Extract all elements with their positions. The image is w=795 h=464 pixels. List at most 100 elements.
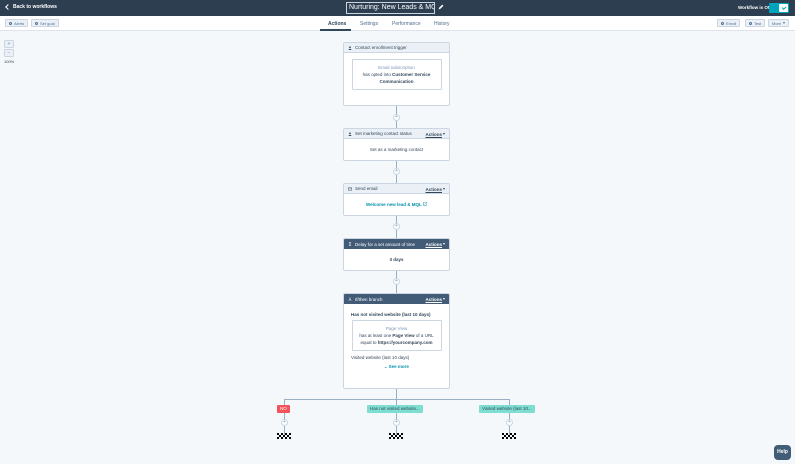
send-email-card[interactable]: Send email Actions Welcome new lead & MQ… bbox=[343, 183, 450, 216]
filter-type: Page View bbox=[385, 326, 408, 331]
tab-history[interactable]: History bbox=[434, 21, 450, 27]
tab-actions[interactable]: Actions bbox=[328, 21, 346, 27]
workflow-status-label: Workflow is ON bbox=[738, 5, 772, 10]
caret-down-icon bbox=[783, 22, 786, 24]
caret-down-icon bbox=[443, 133, 445, 135]
actions-dropdown[interactable]: Actions bbox=[425, 187, 445, 192]
branch-label-no[interactable]: NO bbox=[277, 405, 290, 413]
end-flag-icon bbox=[502, 433, 516, 439]
step-title: Send email bbox=[355, 186, 378, 191]
step-title: Delay for a set amount of time bbox=[355, 241, 416, 247]
enroll-label: Enroll bbox=[726, 20, 737, 26]
see-more-button[interactable]: ⌄ See more bbox=[344, 360, 449, 369]
person-icon bbox=[348, 131, 352, 136]
delay-value: 3 days bbox=[389, 257, 404, 262]
actions-label: Actions bbox=[425, 241, 442, 247]
filter-type: Email subscription bbox=[378, 65, 415, 70]
envelope-icon bbox=[348, 187, 352, 190]
back-to-workflows-link[interactable]: Back to workflows bbox=[5, 4, 57, 10]
external-link-icon[interactable] bbox=[423, 202, 427, 206]
more-dropdown[interactable]: More bbox=[768, 19, 790, 27]
email-link[interactable]: Welcome new lead & MQL bbox=[366, 202, 422, 207]
hourglass-icon bbox=[348, 242, 352, 246]
enrollment-trigger-card[interactable]: Contact enrollment trigger Email subscri… bbox=[343, 42, 450, 106]
set-marketing-status-card[interactable]: Set marketing contact status Actions Set… bbox=[343, 128, 450, 161]
chevron-down-icon: ⌄ bbox=[384, 364, 388, 369]
filter-bold: https://yourcompany.com bbox=[377, 340, 433, 345]
bell-icon bbox=[9, 21, 12, 25]
add-action-button[interactable]: + bbox=[393, 223, 400, 230]
actions-label: Actions bbox=[425, 131, 442, 137]
step-header: Send email Actions bbox=[344, 184, 449, 194]
branch-label-visited[interactable]: Visited website (last 10... bbox=[479, 405, 535, 413]
filter-text: equal to bbox=[360, 340, 377, 345]
filter-text: has at least one bbox=[359, 333, 392, 338]
zoom-out-button[interactable]: − bbox=[4, 49, 14, 57]
step-title: Set marketing contact status bbox=[355, 131, 412, 136]
trigger-filter[interactable]: Email subscription has opted into Custom… bbox=[351, 59, 442, 90]
branch-label-not-visited[interactable]: Has not visited website... bbox=[367, 405, 423, 413]
delay-card[interactable]: Delay for a set amount of time Actions 3… bbox=[343, 238, 450, 271]
flask-icon bbox=[749, 21, 752, 25]
workflow-title-input[interactable]: Nurturing: New Leads & MQLs bbox=[346, 2, 435, 14]
filter-line: has at least one Page View of a URL bbox=[356, 332, 438, 339]
trigger-title: Contact enrollment trigger bbox=[355, 45, 407, 50]
filter-prefix: has opted into bbox=[362, 72, 391, 77]
add-action-button[interactable]: + bbox=[506, 419, 513, 426]
trigger-header: Contact enrollment trigger bbox=[344, 43, 449, 53]
step-body: Set as a marketing contact bbox=[369, 147, 424, 152]
connector bbox=[396, 389, 397, 399]
set-goal-button[interactable]: Set goal bbox=[31, 19, 59, 27]
actions-label: Actions bbox=[425, 296, 442, 302]
if-then-branch-card[interactable]: If/then branch Actions Has not visited w… bbox=[343, 293, 450, 389]
help-button[interactable]: Help bbox=[774, 445, 791, 460]
refresh-icon bbox=[721, 21, 724, 25]
top-bar: Back to workflows Nurturing: New Leads &… bbox=[0, 0, 795, 16]
test-label: Test bbox=[754, 20, 762, 26]
step-title: If/then branch bbox=[355, 296, 383, 302]
filter-description: has opted into Customer Service Communic… bbox=[356, 71, 438, 85]
add-action-button[interactable]: + bbox=[393, 168, 400, 175]
add-action-button[interactable]: + bbox=[281, 419, 288, 426]
add-action-button[interactable]: + bbox=[393, 278, 400, 285]
caret-down-icon bbox=[443, 188, 445, 190]
actions-dropdown[interactable]: Actions bbox=[425, 297, 445, 302]
actions-dropdown[interactable]: Actions bbox=[425, 132, 445, 137]
target-icon bbox=[35, 21, 38, 25]
caret-down-icon bbox=[443, 243, 445, 245]
person-icon bbox=[348, 45, 352, 50]
see-more-label: See more bbox=[388, 364, 409, 369]
zoom-level: 100% bbox=[4, 59, 15, 64]
step-header: Delay for a set amount of time Actions bbox=[344, 239, 449, 249]
enroll-button[interactable]: Enroll bbox=[717, 19, 741, 27]
filter-line: equal to https://yourcompany.com bbox=[356, 339, 438, 346]
workflow-on-toggle[interactable] bbox=[769, 3, 789, 13]
actions-dropdown[interactable]: Actions bbox=[425, 242, 445, 247]
branch-filter[interactable]: Page View has at least one Page View of … bbox=[351, 320, 442, 351]
end-flag-icon bbox=[277, 433, 291, 439]
set-goal-label: Set goal bbox=[40, 20, 55, 26]
active-tab-indicator bbox=[320, 29, 351, 31]
test-button[interactable]: Test bbox=[745, 19, 766, 27]
pencil-icon[interactable] bbox=[438, 4, 444, 10]
back-label: Back to workflows bbox=[13, 4, 57, 10]
step-body: Welcome new lead & MQL bbox=[344, 194, 449, 207]
actions-label: Actions bbox=[425, 186, 442, 192]
end-flag-icon bbox=[389, 433, 403, 439]
filter-text: of a URL bbox=[415, 333, 434, 338]
alerts-button[interactable]: Alerts bbox=[5, 19, 29, 27]
branch-title: Visited website (last 10 days) bbox=[351, 355, 410, 360]
chevron-left-icon bbox=[5, 4, 11, 10]
branch-icon bbox=[348, 297, 352, 301]
tab-performance[interactable]: Performance bbox=[392, 21, 421, 27]
caret-down-icon bbox=[443, 298, 445, 300]
check-icon bbox=[779, 4, 788, 12]
add-action-button[interactable]: + bbox=[393, 419, 400, 426]
branch-title: Has not visited website (last 10 days) bbox=[351, 312, 431, 317]
add-action-button[interactable]: + bbox=[393, 114, 400, 121]
zoom-in-button[interactable]: + bbox=[4, 40, 14, 48]
tab-bar: Alerts Set goal Actions Settings Perform… bbox=[0, 16, 795, 31]
step-header: If/then branch Actions bbox=[344, 294, 449, 304]
tab-settings[interactable]: Settings bbox=[360, 21, 378, 27]
filter-bold: Page View bbox=[392, 333, 415, 338]
